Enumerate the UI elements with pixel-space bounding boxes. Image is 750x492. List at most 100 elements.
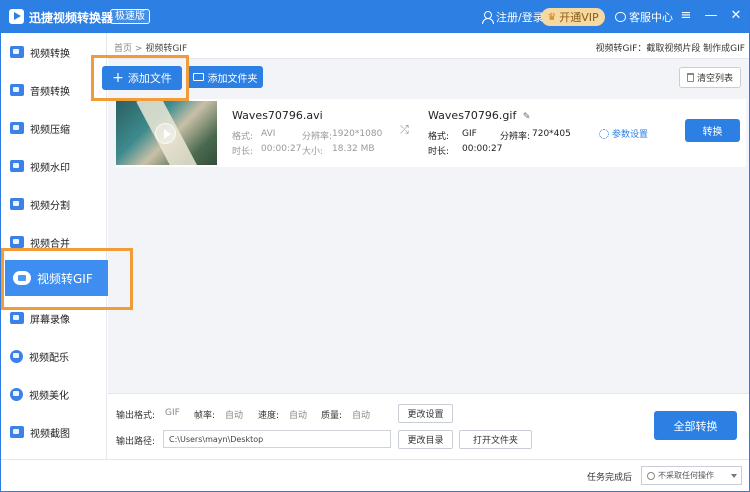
breadcrumb-trail: 首页 > 视频转GIF xyxy=(114,41,187,54)
source-resolution-label: 分辨率: xyxy=(302,132,333,142)
customer-service-link[interactable]: 客服中心 xyxy=(615,9,673,25)
source-size-value: 18.32 MB xyxy=(332,144,375,154)
convert-button[interactable]: 转换 xyxy=(685,119,740,142)
sidebar-item-video-compress[interactable]: 视频压缩 xyxy=(1,109,107,147)
target-format-value: GIF xyxy=(462,129,477,139)
screenshot-icon xyxy=(10,426,24,438)
sidebar-item-video-music[interactable]: 视频配乐 xyxy=(1,337,107,375)
target-resolution-label: 分辨率: xyxy=(500,132,531,142)
edition-badge: 极速版 xyxy=(110,9,150,24)
login-link[interactable]: 注册/登录 xyxy=(481,9,544,25)
speed-value: 自动 xyxy=(289,411,308,421)
sidebar-item-label: 视频压缩 xyxy=(30,124,70,136)
main-panel: 首页 > 视频转GIF 视频转GIF：截取视频片段 制作成GIF + 添加文件 … xyxy=(102,33,749,459)
edit-icon[interactable]: ✎ xyxy=(523,112,531,122)
target-duration-label: 时长: xyxy=(428,147,450,157)
add-file-highlight xyxy=(91,55,189,101)
sidebar-item-label: 视频分割 xyxy=(30,200,70,212)
sidebar-item-label: 音频转换 xyxy=(30,86,70,98)
target-file-name: Waves70796.gif xyxy=(428,109,517,122)
sidebar-item-label: 视频配乐 xyxy=(29,352,69,364)
source-size-label: 大小: xyxy=(302,147,324,157)
crown-icon: ♛ xyxy=(547,11,557,23)
clear-list-label: 清空列表 xyxy=(696,74,733,84)
user-icon xyxy=(481,11,494,24)
source-duration-value: 00:00:27 xyxy=(261,144,302,154)
source-duration-label: 时长: xyxy=(232,147,254,157)
sidebar-item-video-split[interactable]: 视频分割 xyxy=(1,185,107,223)
breadcrumb-home[interactable]: 首页 xyxy=(114,44,132,54)
play-icon[interactable] xyxy=(155,123,176,144)
source-format-label: 格式: xyxy=(232,132,254,142)
change-settings-button[interactable]: 更改设置 xyxy=(398,404,453,423)
video-thumbnail[interactable] xyxy=(116,101,217,165)
sidebar-item-label: 视频水印 xyxy=(30,162,70,174)
parameter-settings-link[interactable]: 参数设置 xyxy=(599,127,648,140)
screen-record-icon xyxy=(10,312,24,324)
app-logo-icon xyxy=(9,9,24,24)
app-window: 迅捷视频转换器 极速版 注册/登录 ♛ 开通VIP 客服中心 ≡ — ✕ 视频转… xyxy=(0,0,750,492)
sidebar-item-video-watermark[interactable]: 视频水印 xyxy=(1,147,107,185)
menu-icon[interactable]: ≡ xyxy=(677,7,695,25)
convert-all-button[interactable]: 全部转换 xyxy=(654,411,737,440)
close-icon[interactable]: ✕ xyxy=(727,7,745,25)
video-merge-icon xyxy=(10,236,24,248)
source-format-value: AVI xyxy=(261,129,276,139)
breadcrumb: 首页 > 视频转GIF 视频转GIF：截取视频片段 制作成GIF xyxy=(108,33,749,59)
target-format-label: 格式: xyxy=(428,132,450,142)
clear-list-button[interactable]: 清空列表 xyxy=(679,67,741,88)
breadcrumb-current: 视频转GIF xyxy=(145,44,188,54)
feature-hint: 视频转GIF：截取视频片段 制作成GIF xyxy=(595,44,745,54)
output-path-label: 输出路径: xyxy=(116,437,156,447)
video-split-icon xyxy=(10,198,24,210)
output-path-input[interactable] xyxy=(163,430,391,448)
output-format-value: GIF xyxy=(165,408,180,418)
change-directory-button[interactable]: 更改目录 xyxy=(398,430,453,449)
after-task-value: 不采取任何操作 xyxy=(658,471,714,480)
status-bar: 任务完成后 不采取任何操作 xyxy=(1,459,749,491)
minimize-icon[interactable]: — xyxy=(702,7,720,25)
sidebar-item-label: 视频截图 xyxy=(30,428,70,440)
sidebar-item-label: 视频美化 xyxy=(29,390,69,402)
ban-icon xyxy=(647,471,655,480)
add-folder-label: 添加文件夹 xyxy=(207,73,258,85)
target-duration-value: 00:00:27 xyxy=(462,144,503,154)
fps-value: 自动 xyxy=(225,411,244,421)
after-task-select[interactable]: 不采取任何操作 xyxy=(641,466,742,485)
output-format-label: 输出格式: xyxy=(116,411,156,421)
chevron-down-icon xyxy=(731,474,737,478)
music-icon xyxy=(10,349,23,363)
sidebar-item-label: 屏幕录像 xyxy=(30,314,70,326)
audio-convert-icon xyxy=(10,84,24,96)
source-resolution-value: 1920*1080 xyxy=(332,129,383,139)
app-title: 迅捷视频转换器 xyxy=(29,11,114,25)
vip-label: 开通VIP xyxy=(559,11,599,24)
beautify-icon xyxy=(10,387,23,401)
video-compress-icon xyxy=(10,122,24,134)
speed-label: 速度: xyxy=(258,411,280,421)
video-convert-icon xyxy=(10,46,24,58)
vip-button[interactable]: ♛ 开通VIP xyxy=(541,8,605,26)
folder-icon xyxy=(192,73,204,81)
gif-nav-highlight xyxy=(1,248,133,310)
convert-arrow-icon: ⤮ xyxy=(400,123,409,136)
watermark-icon xyxy=(10,160,24,172)
open-folder-button[interactable]: 打开文件夹 xyxy=(459,430,532,449)
file-item: Waves70796.avi 格式: AVI 分辨率: 1920*1080 时长… xyxy=(116,99,746,167)
settings-label: 参数设置 xyxy=(612,130,649,140)
trash-icon xyxy=(686,73,694,82)
quality-value: 自动 xyxy=(352,411,371,421)
sidebar-item-label: 视频转换 xyxy=(30,48,70,60)
output-settings: 输出格式: GIF 帧率: 自动 速度: 自动 质量: 自动 更改设置 输出路径… xyxy=(108,393,749,459)
quality-label: 质量: xyxy=(321,411,343,421)
add-folder-button[interactable]: 添加文件夹 xyxy=(187,66,263,88)
breadcrumb-separator: > xyxy=(134,44,143,54)
source-file-name: Waves70796.avi xyxy=(232,109,323,122)
after-task-label: 任务完成后 xyxy=(587,473,633,483)
sidebar-item-video-beautify[interactable]: 视频美化 xyxy=(1,375,107,413)
gear-icon xyxy=(599,128,609,139)
title-bar: 迅捷视频转换器 极速版 注册/登录 ♛ 开通VIP 客服中心 ≡ — ✕ xyxy=(1,1,749,33)
login-label: 注册/登录 xyxy=(496,11,544,24)
service-label: 客服中心 xyxy=(629,11,673,24)
sidebar-item-video-screenshot[interactable]: 视频截图 xyxy=(1,413,107,451)
